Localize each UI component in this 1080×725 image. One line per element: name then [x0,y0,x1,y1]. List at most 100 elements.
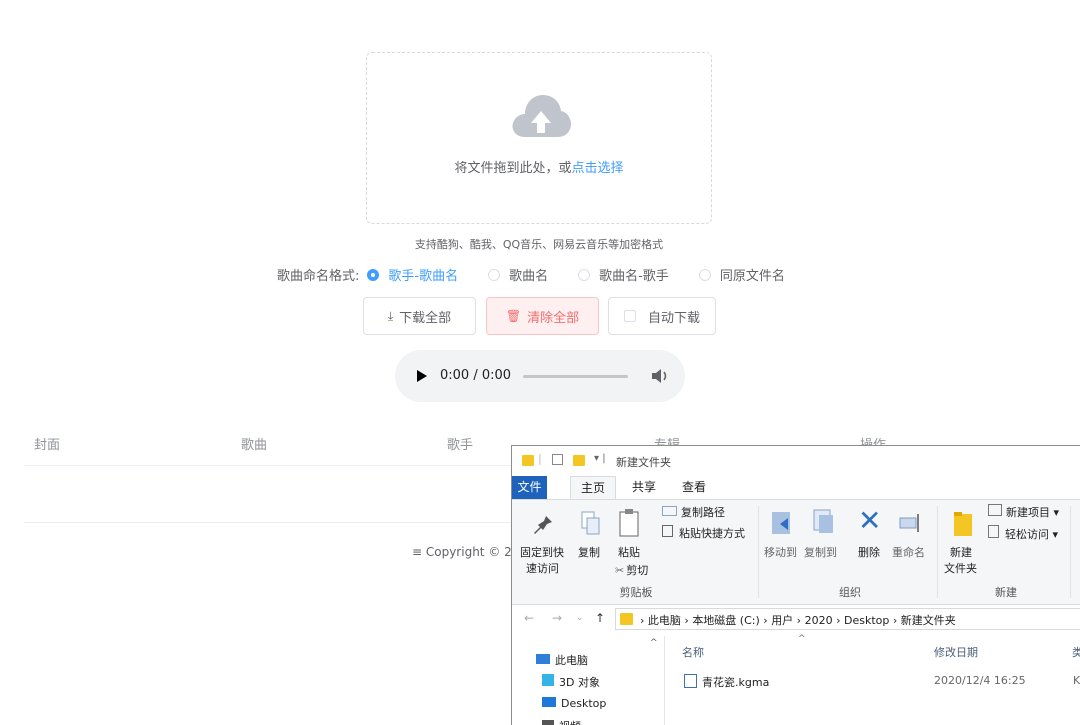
paste-icon [619,509,639,537]
ribbon-separator [1070,506,1071,598]
breadcrumb-users[interactable]: 用户 [771,614,793,627]
trash-icon: 🗑 [505,309,522,323]
ribbon-separator [758,506,759,598]
progress-slider[interactable] [523,375,628,378]
desktop-icon [542,697,556,707]
clear-all-button[interactable]: 🗑 清除全部 [486,297,599,335]
audio-player: 0:00 / 0:00 [395,350,685,402]
nav-item-desktop[interactable]: Desktop [542,697,606,710]
radio-song-artist[interactable]: 歌曲名-歌手 [578,265,669,284]
new-folder-label: 文件夹 [944,562,977,575]
new-folder-icon [954,512,972,536]
separator: | [538,452,542,465]
radio-artist-song[interactable]: 歌手-歌曲名 [367,265,458,284]
breadcrumb-local-disk[interactable]: 本地磁盘 (C:) [692,614,759,627]
delete-button[interactable]: 删除 [858,544,880,560]
up-arrow-icon[interactable]: ↑ [595,611,605,625]
copy-path-button[interactable]: 复制路径 [662,504,725,520]
download-all-button[interactable]: ⤓ 下载全部 [363,297,476,335]
address-bar[interactable]: › 此电脑 › 本地磁盘 (C:) › 用户 › 2020 › Desktop … [615,608,1080,630]
column-header-artist: 歌手 [447,438,474,453]
radio-original-name[interactable]: 同原文件名 [698,265,785,284]
cut-button[interactable]: ✂ 剪切 [615,562,648,578]
video-icon [542,720,554,725]
paste-button[interactable]: 粘贴 [618,544,640,560]
radio-dot [367,268,380,281]
breadcrumb-new-folder[interactable]: 新建文件夹 [901,614,956,627]
naming-format-label: 歌曲命名格式: [277,269,360,284]
ribbon-separator [937,506,938,598]
new-folder-quick-icon[interactable] [573,455,585,466]
radio-dot [578,268,591,281]
radio-song[interactable]: 歌曲名 [488,265,548,284]
volume-icon[interactable] [650,367,670,385]
copy-button[interactable]: 复制 [578,544,600,560]
tab-home[interactable]: 主页 [570,476,617,501]
scissors-icon: ✂ [615,564,625,577]
checkbox-box[interactable] [623,310,636,322]
cube-icon [542,674,554,686]
back-arrow-icon[interactable]: ← [524,611,534,625]
click-select-link[interactable]: 点击选择 [572,161,624,176]
column-type[interactable]: 类 [1072,644,1080,660]
upload-cloud-icon [512,95,571,137]
customize-toolbar-icon[interactable]: ▾ | [594,453,606,464]
play-icon[interactable] [417,370,427,382]
rename-icon [899,514,919,532]
new-item-button[interactable]: 新建项目 ▾ [988,504,1059,520]
player-time: 0:00 / 0:00 [440,368,512,383]
copy-to-button[interactable]: 复制到 [804,544,837,560]
clipboard-group-label: 剪贴板 [619,586,653,599]
recent-dropdown-icon[interactable]: ⌄ [576,613,584,623]
new-group-label: 新建 [995,586,1017,599]
delete-x-icon: ✕ [858,504,882,537]
tab-share[interactable]: 共享 [622,476,666,499]
paste-shortcut-icon [662,525,673,537]
breadcrumb-desktop[interactable]: Desktop [844,614,889,627]
auto-download-checkbox[interactable]: 自动下载 [608,297,716,335]
tab-file[interactable]: 文件 [512,476,547,499]
address-bar-row: ← → ⌄ ↑ › 此电脑 › 本地磁盘 (C:) › 用户 › 2020 › … [512,606,1080,632]
nav-item-3d-objects[interactable]: 3D 对象 [542,674,600,690]
radio-dot [698,268,711,281]
nav-item-this-pc[interactable]: 此电脑 [536,652,588,668]
copy-icon [581,511,600,535]
nav-scroll-up-icon[interactable]: ^ [650,638,658,648]
file-name[interactable]: 青花瓷.kgma [684,674,769,690]
copy-to-icon [813,509,833,533]
forward-arrow-icon[interactable]: → [552,611,562,625]
breadcrumb: › 此电脑 › 本地磁盘 (C:) › 用户 › 2020 › Desktop … [640,614,956,627]
ribbon-home: 固定到快 速访问 复制 粘贴 复制路径 粘贴快捷方式 ✂ 剪切 剪贴板 移动到 复… [512,499,1080,605]
tab-view[interactable]: 查看 [672,476,716,499]
upload-drag-text: 将文件拖到此处，或 [454,161,572,176]
breadcrumb-this-pc[interactable]: 此电脑 [648,614,681,627]
column-date-modified[interactable]: 修改日期 [934,644,978,660]
copyright-text: ≡ Copyright © 20 [412,545,520,559]
easy-access-icon [988,525,999,538]
download-icon: ⤓ [387,308,394,323]
pin-icon [534,516,552,534]
rename-button[interactable]: 重命名 [892,544,925,560]
move-to-icon [772,512,790,534]
paste-shortcut-button[interactable]: 粘贴快捷方式 [662,525,745,541]
computer-icon [536,654,550,664]
column-header-song: 歌曲 [241,438,268,453]
kgma-file-icon [684,674,697,688]
pin-quick-access-button[interactable]: 固定到快 [520,544,564,560]
upload-dropzone[interactable]: 将文件拖到此处，或点击选择 [366,52,712,224]
upload-text: 将文件拖到此处，或点击选择 [367,157,711,176]
easy-access-button[interactable]: 轻松访问 ▾ [988,525,1058,542]
folder-icon [522,455,534,466]
folder-icon [620,613,633,625]
window-title: 新建文件夹 [616,456,671,469]
radio-dot [488,268,501,281]
properties-icon[interactable] [552,454,563,465]
file-type: K [1073,674,1080,687]
move-to-button[interactable]: 移动到 [764,544,797,560]
organize-group-label: 组织 [839,586,861,599]
column-name[interactable]: 名称 [682,644,704,660]
new-folder-button[interactable]: 新建 [950,544,972,560]
pin-quick-access-label: 速访问 [526,562,559,575]
breadcrumb-2020[interactable]: 2020 [805,614,833,627]
ribbon-tabs: 文件 主页 共享 查看 [512,476,1080,501]
